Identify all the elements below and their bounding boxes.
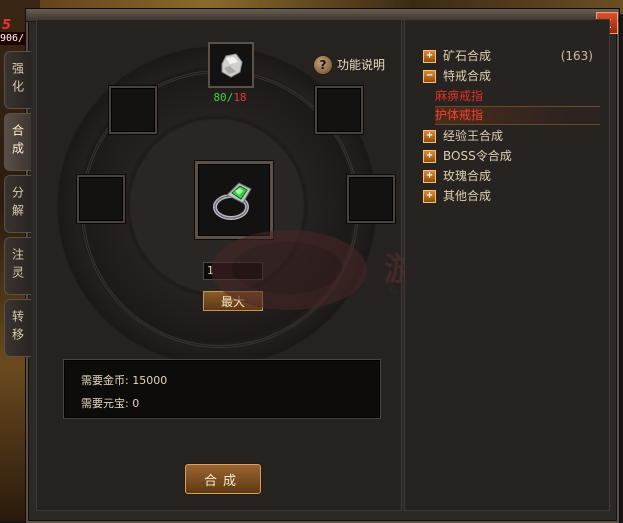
tree-item-rose[interactable]: + 玫瑰合成 <box>423 167 603 185</box>
ring-icon <box>213 182 252 220</box>
cost-yuanbao: 需要元宝: 0 <box>81 397 140 410</box>
material-slot-top-left[interactable] <box>109 86 157 134</box>
expand-icon[interactable]: + <box>423 150 436 163</box>
ore-icon <box>221 53 243 78</box>
tree-item-other[interactable]: + 其他合成 <box>423 187 603 205</box>
max-button[interactable]: 最大 <box>203 291 263 311</box>
material-slot-top-right[interactable] <box>315 86 363 134</box>
level-fragment: 5 <box>2 18 12 33</box>
tree-subitem-protection-ring[interactable]: 护体戒指 <box>435 106 600 125</box>
collapse-icon[interactable]: − <box>423 70 436 83</box>
recipe-tree-panel: + 矿石合成 (163) − 特戒合成 麻痹戒指 护体戒指 + 经验王合成 + BOSS… <box>404 19 610 511</box>
tab-strengthen[interactable]: 强化 <box>4 51 31 109</box>
ore-count-badge: (163) <box>560 49 593 63</box>
tree-item-boss-token[interactable]: + BOSS令合成 <box>423 147 603 165</box>
tab-infuse[interactable]: 注灵 <box>4 237 31 295</box>
quantity-input[interactable] <box>203 262 263 280</box>
compose-window: X 强化 合成 分解 注灵 转移 80/18 ? 功能说明 <box>4 9 619 523</box>
material-slot-mid-left[interactable] <box>77 175 125 223</box>
tree-subitem-paralysis-ring[interactable]: 麻痹戒指 <box>435 88 600 105</box>
target-item-slot[interactable] <box>195 161 273 239</box>
material-slot-mid-right[interactable] <box>347 175 395 223</box>
compose-button[interactable]: 合成 <box>185 464 261 494</box>
tab-decompose[interactable]: 分解 <box>4 175 31 233</box>
material-slot-ore[interactable] <box>208 42 254 88</box>
tab-compose[interactable]: 合成 <box>4 113 31 171</box>
help-label[interactable]: 功能说明 <box>337 56 385 73</box>
expand-icon[interactable]: + <box>423 50 436 63</box>
tree-item-ore[interactable]: + 矿石合成 (163) <box>423 47 603 65</box>
tab-transfer[interactable]: 转移 <box>4 299 31 357</box>
compose-panel: 80/18 ? 功能说明 最大 游戏 GAMES <box>36 19 448 511</box>
tree-item-special-ring[interactable]: − 特戒合成 <box>423 67 603 85</box>
expand-icon[interactable]: + <box>423 190 436 203</box>
help-icon[interactable]: ? <box>313 55 333 75</box>
cost-panel: 需要金币: 15000 需要元宝: 0 <box>63 359 381 419</box>
expand-icon[interactable]: + <box>423 130 436 143</box>
ore-count: 80/18 <box>213 91 247 104</box>
tree-item-exp-king[interactable]: + 经验王合成 <box>423 127 603 145</box>
side-tab-bar: 强化 合成 分解 注灵 转移 <box>4 51 32 361</box>
expand-icon[interactable]: + <box>423 170 436 183</box>
cost-gold: 需要金币: 15000 <box>81 374 168 387</box>
